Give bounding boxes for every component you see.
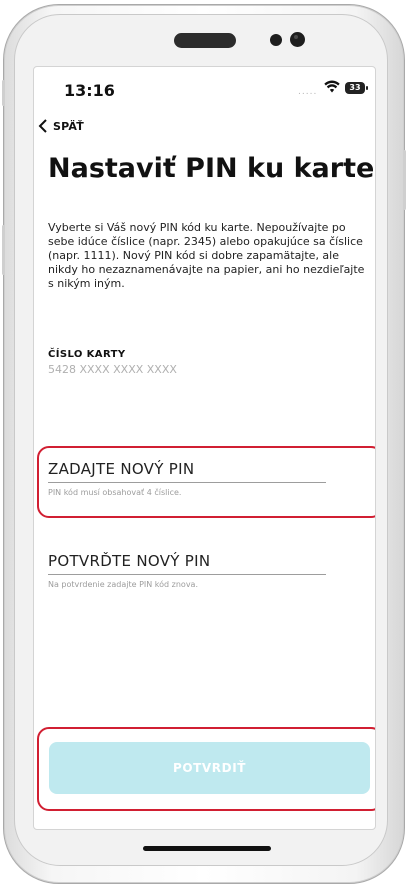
card-number-label: ČÍSLO KARTY bbox=[48, 349, 126, 360]
battery-icon: 33 bbox=[345, 82, 368, 94]
back-button[interactable]: SPÄŤ bbox=[38, 119, 84, 133]
chevron-left-icon bbox=[38, 119, 47, 133]
new-pin-label: ZADAJTE NOVÝ PIN bbox=[48, 460, 195, 478]
sensor-icon bbox=[270, 34, 282, 46]
home-indicator[interactable] bbox=[143, 846, 271, 851]
card-number-value: 5428 XXXX XXXX XXXX bbox=[48, 363, 177, 376]
back-label: SPÄŤ bbox=[53, 119, 84, 133]
speaker-grille bbox=[174, 33, 236, 48]
signal-icon: ..... bbox=[298, 87, 318, 97]
camera-icon bbox=[290, 32, 305, 47]
new-pin-underline bbox=[48, 482, 326, 483]
page-title: Nastaviť PIN ku karte bbox=[48, 153, 375, 184]
confirm-pin-label: POTVRĎTE NOVÝ PIN bbox=[48, 552, 211, 570]
side-button bbox=[2, 225, 5, 275]
page-description: Vyberte si Váš nový PIN kód ku karte. Ne… bbox=[48, 221, 365, 290]
confirm-button[interactable]: POTVRDIŤ bbox=[49, 742, 370, 794]
new-pin-hint: PIN kód musí obsahovať 4 číslice. bbox=[48, 488, 182, 497]
new-pin-field[interactable]: ZADAJTE NOVÝ PIN PIN kód musí obsahovať … bbox=[48, 460, 326, 497]
confirm-pin-underline bbox=[48, 574, 326, 575]
side-button bbox=[403, 150, 406, 210]
side-button bbox=[2, 80, 5, 106]
app-screen: 13:16 ..... 33 SPÄŤ Nastaviť PIN ku kart… bbox=[33, 66, 376, 830]
confirm-pin-field[interactable]: POTVRĎTE NOVÝ PIN Na potvrdenie zadajte … bbox=[48, 552, 326, 589]
status-time: 13:16 bbox=[64, 81, 115, 100]
wifi-icon bbox=[324, 80, 340, 93]
confirm-pin-hint: Na potvrdenie zadajte PIN kód znova. bbox=[48, 580, 199, 589]
